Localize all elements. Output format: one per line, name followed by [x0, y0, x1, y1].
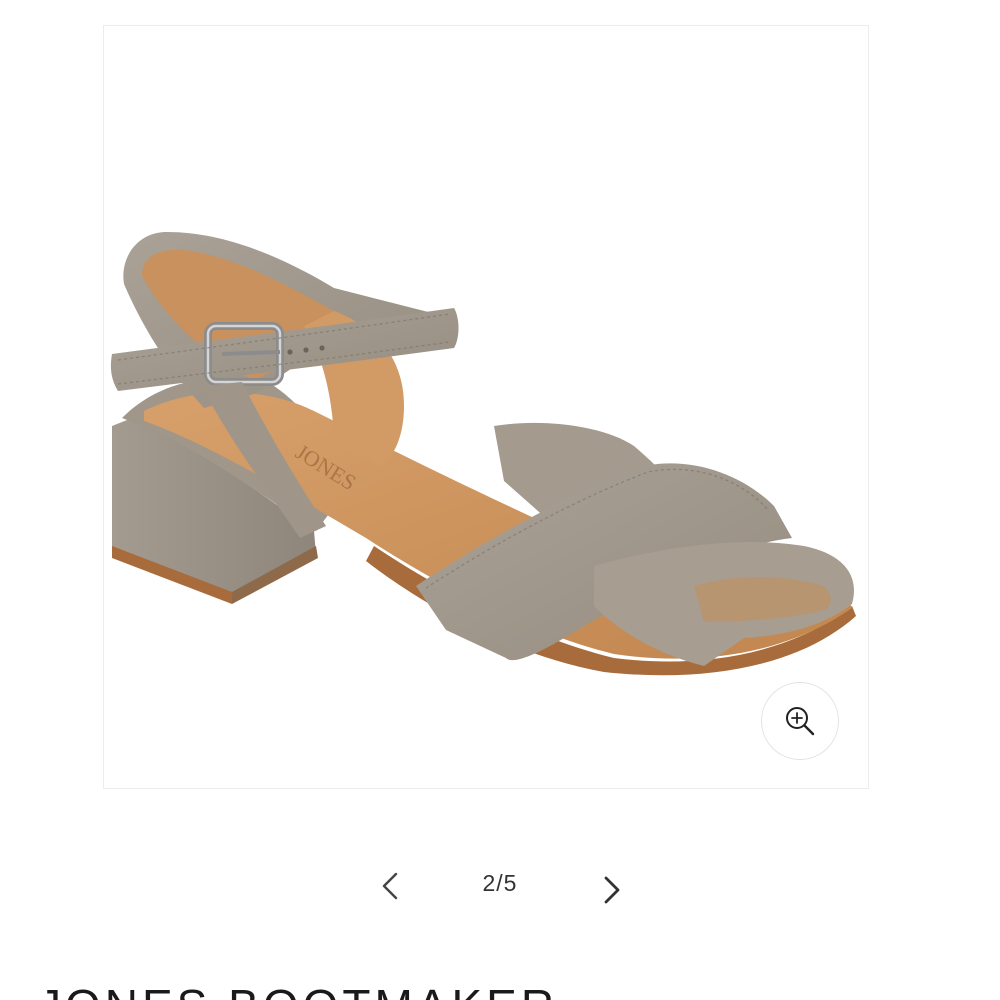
- zoom-button[interactable]: [761, 682, 839, 760]
- strap-hole: [303, 347, 309, 353]
- product-image[interactable]: JONES: [104, 26, 869, 789]
- product-image-frame: JONES: [103, 25, 869, 789]
- buckle-prong: [221, 350, 281, 356]
- zoom-in-icon: [786, 707, 815, 736]
- chevron-left-icon: [382, 872, 398, 900]
- product-brand-title: JONES BOOTMAKER: [38, 983, 558, 1000]
- previous-image-button[interactable]: [366, 862, 414, 910]
- strap-hole: [287, 349, 293, 355]
- image-pager: 2/5: [0, 858, 1000, 914]
- next-image-button[interactable]: [588, 866, 636, 914]
- product-page: JONES 2/5: [0, 0, 1000, 1000]
- chevron-right-icon: [604, 876, 620, 904]
- strap-hole: [319, 345, 325, 351]
- image-counter: 2/5: [482, 870, 518, 896]
